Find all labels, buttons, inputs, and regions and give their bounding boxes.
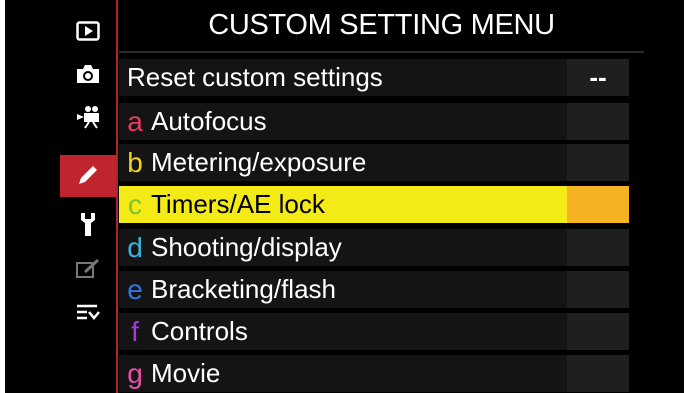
menu-item-cell: f Controls [119, 313, 567, 350]
tab-retouch[interactable] [60, 250, 116, 292]
group-letter: e [127, 273, 143, 305]
menu-item-label: Controls [151, 316, 248, 346]
group-letter: a [127, 105, 143, 137]
menu-item-label: Bracketing/flash [151, 274, 336, 304]
menu-item-cell: d Shooting/display [119, 229, 567, 266]
group-letter: c [128, 188, 142, 220]
menu-item-cell: e Bracketing/flash [119, 271, 567, 308]
menu-item-label: Metering/exposure [151, 147, 367, 177]
menu-item-movie[interactable]: g Movie [119, 354, 629, 393]
page-title: CUSTOM SETTING MENU [208, 8, 555, 41]
tab-my-menu[interactable] [60, 294, 116, 336]
menu-item-autofocus[interactable]: a Autofocus [119, 102, 629, 141]
menu-item-value [567, 355, 629, 392]
my-menu-icon [75, 302, 101, 329]
menu-item-value [567, 186, 629, 223]
menu-item-label: Shooting/display [151, 232, 342, 262]
camera-icon [75, 63, 101, 90]
menu-item-label: Reset custom settings [127, 62, 383, 92]
retouch-icon [75, 258, 101, 285]
menu-item-shooting-display[interactable]: d Shooting/display [119, 228, 629, 267]
header-divider [119, 51, 644, 53]
playback-icon [76, 20, 100, 46]
tab-photo-shooting[interactable] [60, 55, 116, 97]
camera-screen: CUSTOM SETTING MENU Reset custom setting… [5, 0, 684, 393]
menu-item-timers-ae-lock[interactable]: c Timers/AE lock [119, 185, 629, 224]
pencil-icon [75, 161, 101, 192]
group-letter: d [127, 231, 143, 263]
group-letter: b [127, 146, 143, 178]
menu-item-reset[interactable]: Reset custom settings -- [119, 58, 629, 97]
reset-label-cell: Reset custom settings [119, 59, 567, 96]
menu-item-label: Autofocus [151, 106, 267, 136]
tab-movie-shooting[interactable] [60, 98, 116, 140]
group-letter: g [127, 357, 143, 389]
menu-item-cell: c Timers/AE lock [119, 186, 567, 223]
menu-item-controls[interactable]: f Controls [119, 312, 629, 351]
wrench-icon [77, 211, 99, 242]
sidebar-divider [116, 0, 118, 393]
menu-item-cell: g Movie [119, 355, 567, 392]
menu-item-metering-exposure[interactable]: b Metering/exposure [119, 143, 629, 182]
menu-item-cell: b Metering/exposure [119, 144, 567, 181]
menu-item-label: Movie [151, 358, 221, 388]
tab-setup[interactable] [60, 205, 116, 247]
menu-item-value [567, 103, 629, 140]
menu-item-label: Timers/AE lock [151, 189, 325, 219]
reset-value: -- [567, 59, 629, 96]
movie-icon [75, 105, 101, 134]
tab-custom-setting[interactable] [60, 155, 116, 197]
menu-item-value [567, 313, 629, 350]
tab-playback[interactable] [60, 12, 116, 54]
group-letter: f [131, 315, 139, 347]
menu-item-cell: a Autofocus [119, 103, 567, 140]
menu-item-value [567, 271, 629, 308]
menu-item-bracketing-flash[interactable]: e Bracketing/flash [119, 270, 629, 309]
menu-tab-sidebar [60, 0, 116, 393]
menu-item-value [567, 144, 629, 181]
menu-item-value [567, 229, 629, 266]
